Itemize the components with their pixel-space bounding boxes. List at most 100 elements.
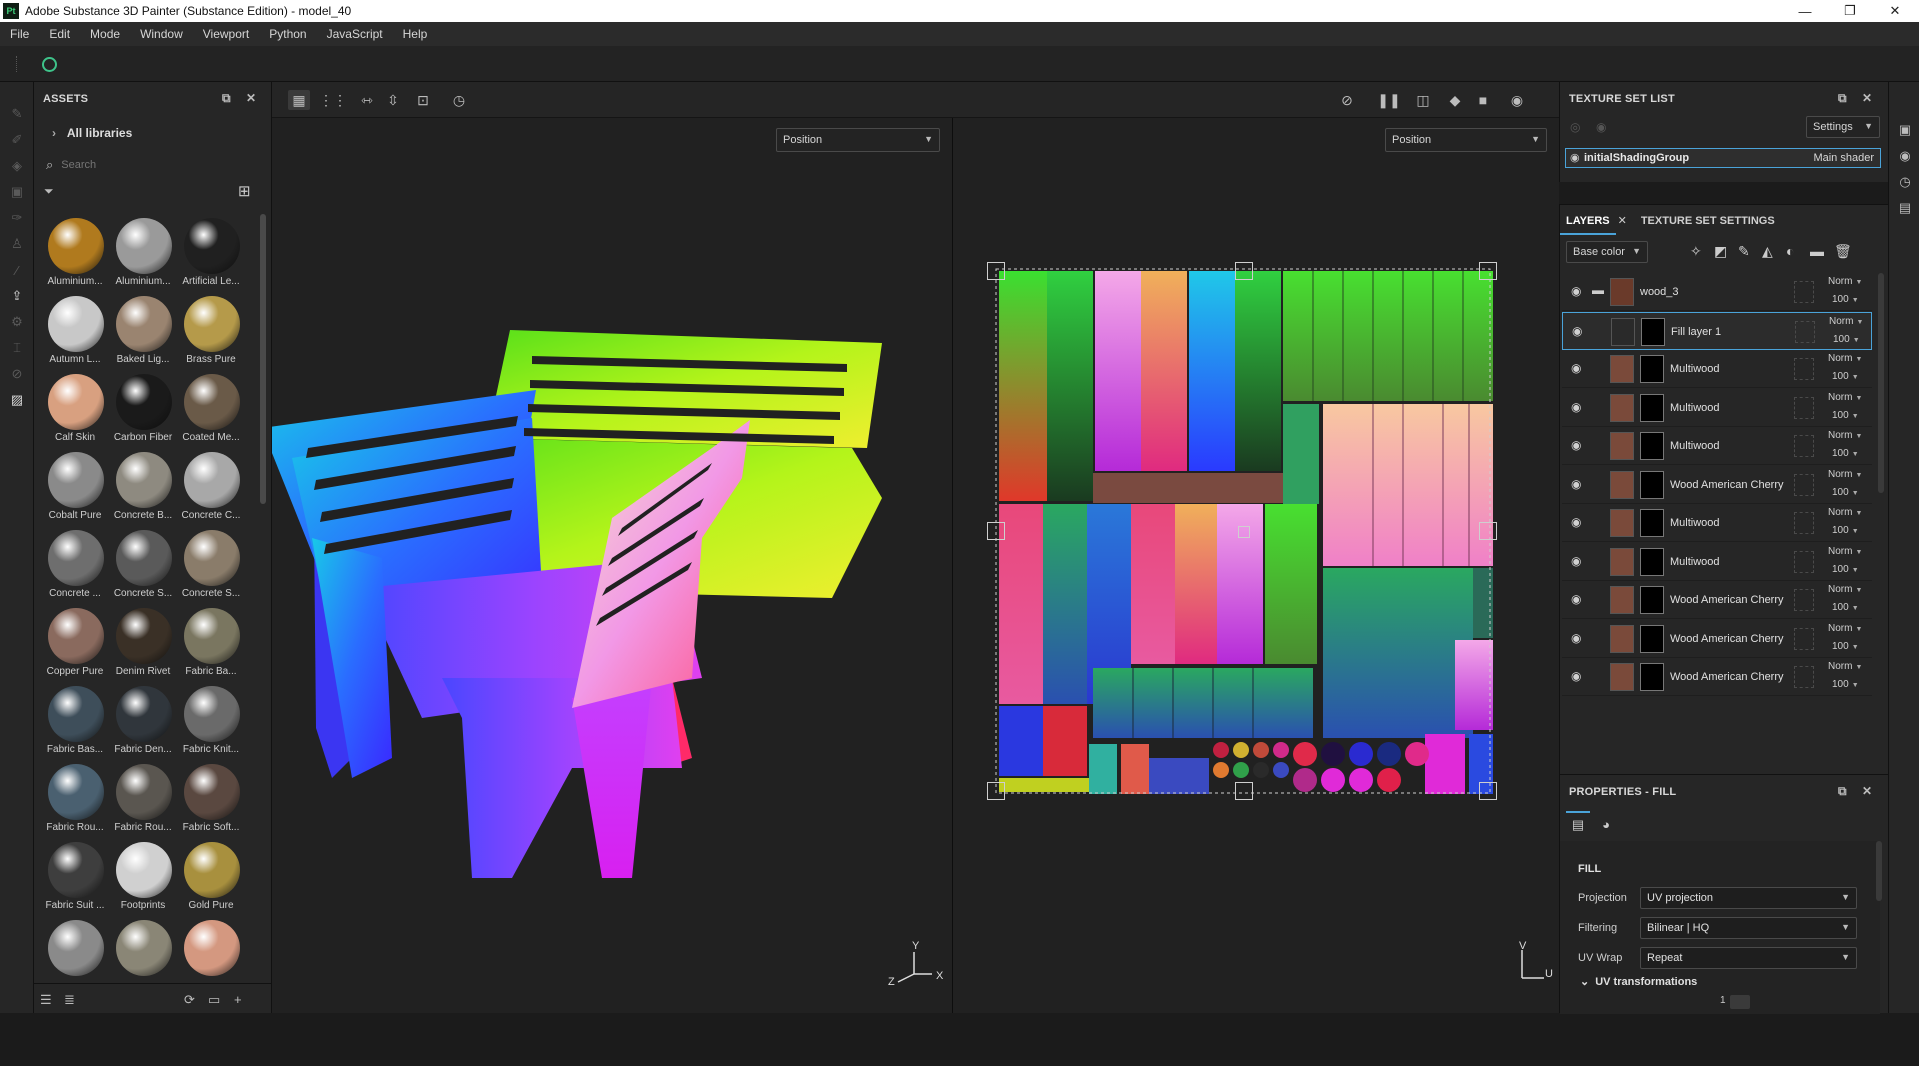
transform-handle-b[interactable]: [1235, 782, 1253, 800]
minimize-button[interactable]: —: [1785, 0, 1825, 22]
refresh-icon[interactable]: ⟳: [184, 992, 195, 1008]
cube-view-icon[interactable]: ◆: [1444, 90, 1466, 110]
close-tab-icon[interactable]: ✕: [1616, 214, 1635, 235]
visibility-eye-icon[interactable]: ◉: [1571, 400, 1581, 414]
asset-tile[interactable]: Fabric Soft...: [178, 762, 244, 840]
grid-view-icon[interactable]: ⊞: [238, 182, 251, 200]
asset-tile[interactable]: Fabric Rou...: [110, 762, 176, 840]
asset-tile[interactable]: Fabric Ba...: [178, 606, 244, 684]
uv-wrap-select[interactable]: Repeat ▼: [1640, 947, 1857, 969]
visibility-eye-icon[interactable]: ◉: [1571, 515, 1581, 529]
settings-gear-icon[interactable]: ⚙: [9, 314, 25, 330]
opacity-select[interactable]: 100 ▼: [1832, 525, 1859, 536]
layer-mask-slot[interactable]: [1794, 396, 1814, 419]
transform-handle-r[interactable]: [1479, 522, 1497, 540]
properties-scrollbar[interactable]: [1876, 841, 1882, 901]
menu-viewport[interactable]: Viewport: [193, 27, 259, 41]
layer-mask-slot[interactable]: [1794, 281, 1814, 303]
menu-mode[interactable]: Mode: [80, 27, 130, 41]
close-panel-icon[interactable]: ✕: [1862, 784, 1872, 798]
folder-icon[interactable]: ▭: [208, 992, 220, 1008]
asset-tile[interactable]: Coated Me...: [178, 372, 244, 450]
projection-icon[interactable]: ◈: [9, 158, 25, 174]
menu-file[interactable]: File: [0, 27, 39, 41]
asset-tile[interactable]: Gold Pure: [178, 840, 244, 918]
blend-mode-select[interactable]: Norm ▼: [1828, 392, 1862, 403]
texture-set-row[interactable]: ◉ initialShadingGroup Main shader: [1565, 148, 1881, 168]
hide-icon[interactable]: ⊘: [1336, 90, 1358, 110]
close-window-button[interactable]: ✕: [1875, 0, 1915, 22]
visibility-eye-icon[interactable]: ◉: [1571, 592, 1581, 606]
geometry-mask-icon[interactable]: ▣: [9, 184, 25, 200]
opacity-select[interactable]: 100 ▼: [1832, 294, 1859, 305]
filtering-select[interactable]: Bilinear | HQ ▼: [1640, 917, 1857, 939]
bake-export-icon[interactable]: ⇪: [9, 288, 25, 304]
float-panel-icon[interactable]: ⧉: [1838, 784, 1847, 799]
camera-icon[interactable]: ▨: [9, 392, 25, 408]
assets-scrollbar[interactable]: [260, 214, 266, 504]
asset-tile[interactable]: Cobalt Pure: [42, 450, 108, 528]
sync-icon[interactable]: [42, 57, 57, 72]
layer-row[interactable]: ◉ Multiwood Norm ▼ 100 ▼: [1562, 504, 1872, 542]
blend-mode-select[interactable]: Norm ▼: [1828, 546, 1862, 557]
blend-mode-select[interactable]: Norm ▼: [1829, 316, 1863, 327]
menu-python[interactable]: Python: [259, 27, 316, 41]
layers-scrollbar[interactable]: [1878, 273, 1884, 493]
pause-icon[interactable]: ❚❚: [1377, 90, 1400, 110]
add-icon[interactable]: +: [234, 992, 242, 1007]
opacity-select[interactable]: 100 ▼: [1832, 448, 1859, 459]
detail-view-icon[interactable]: ≣: [64, 992, 75, 1008]
maximize-button[interactable]: ❐: [1830, 0, 1870, 22]
asset-tile[interactable]: Autumn L...: [42, 294, 108, 372]
video-camera-icon[interactable]: ■: [1472, 90, 1494, 110]
texture-set-icon[interactable]: ▣: [1897, 122, 1913, 138]
float-panel-icon[interactable]: ⧉: [1838, 91, 1847, 106]
log-icon[interactable]: ▤: [1897, 200, 1913, 216]
hide-all-icon[interactable]: ◎: [1570, 120, 1580, 134]
list-view-icon[interactable]: ☰: [40, 992, 52, 1008]
visibility-eye-icon[interactable]: ◉: [1571, 631, 1581, 645]
show-all-icon[interactable]: ◉: [1596, 120, 1606, 134]
layer-row[interactable]: ◉ Multiwood Norm ▼ 100 ▼: [1562, 389, 1872, 427]
asset-tile[interactable]: Fabric Rou...: [42, 762, 108, 840]
asset-tile[interactable]: Artificial Le...: [178, 216, 244, 294]
layer-mask-slot[interactable]: [1794, 589, 1814, 611]
blend-mode-select[interactable]: Norm ▼: [1828, 507, 1862, 518]
fit-view-icon[interactable]: ⊡: [412, 90, 434, 110]
asset-tile[interactable]: Carbon Fiber: [110, 372, 176, 450]
symmetry-y-icon[interactable]: ⇳: [382, 90, 404, 110]
layer-row[interactable]: ◉ Wood American Cherry Norm ▼ 100 ▼: [1562, 466, 1872, 504]
asset-tile[interactable]: Concrete ...: [42, 528, 108, 606]
blend-mode-select[interactable]: Norm ▼: [1828, 430, 1862, 441]
opacity-select[interactable]: 100 ▼: [1832, 564, 1859, 575]
asset-tile[interactable]: Fabric Suit ...: [42, 840, 108, 918]
delete-layer-icon[interactable]: 🗑: [1834, 243, 1852, 260]
blend-mode-select[interactable]: Norm ▼: [1828, 353, 1862, 364]
add-effect-icon[interactable]: ◐: [1786, 243, 1794, 259]
history-icon[interactable]: ◷: [1897, 174, 1913, 190]
asset-tile[interactable]: Fabric Knit...: [178, 684, 244, 762]
layer-mask-slot[interactable]: [1794, 666, 1814, 688]
uv-grid-icon[interactable]: ▦: [288, 90, 310, 110]
asset-tile[interactable]: Aluminium...: [42, 216, 108, 294]
layer-row[interactable]: ◉ Wood American Cherry Norm ▼ 100 ▼: [1562, 658, 1872, 696]
opacity-select[interactable]: 100 ▼: [1832, 410, 1859, 421]
opacity-select[interactable]: 100 ▼: [1832, 641, 1859, 652]
opacity-select[interactable]: 100 ▼: [1833, 334, 1860, 345]
visibility-eye-icon[interactable]: ◉: [1571, 284, 1581, 298]
viewport-3d[interactable]: Position ▼ Y Z X: [272, 118, 952, 1013]
uv-transformations-toggle[interactable]: ⌄ UV transformations: [1580, 975, 1697, 988]
channel-dropdown[interactable]: Base color ▼: [1566, 241, 1648, 263]
symmetry-x-icon[interactable]: ⇿: [356, 90, 378, 110]
blend-mode-select[interactable]: Norm ▼: [1828, 661, 1862, 672]
opacity-select[interactable]: 100 ▼: [1832, 679, 1859, 690]
add-fill-layer-icon[interactable]: ◭: [1762, 243, 1773, 260]
layer-mask-slot[interactable]: [1794, 627, 1814, 650]
filter-icon[interactable]: ⏷: [44, 184, 54, 199]
layer-mask-slot[interactable]: [1794, 550, 1814, 573]
chair-model[interactable]: [272, 118, 952, 1013]
close-panel-icon[interactable]: ✕: [246, 91, 256, 105]
library-selector[interactable]: › All libraries: [52, 126, 132, 140]
asset-tile[interactable]: Concrete S...: [178, 528, 244, 606]
asset-tile[interactable]: Denim Rivet: [110, 606, 176, 684]
